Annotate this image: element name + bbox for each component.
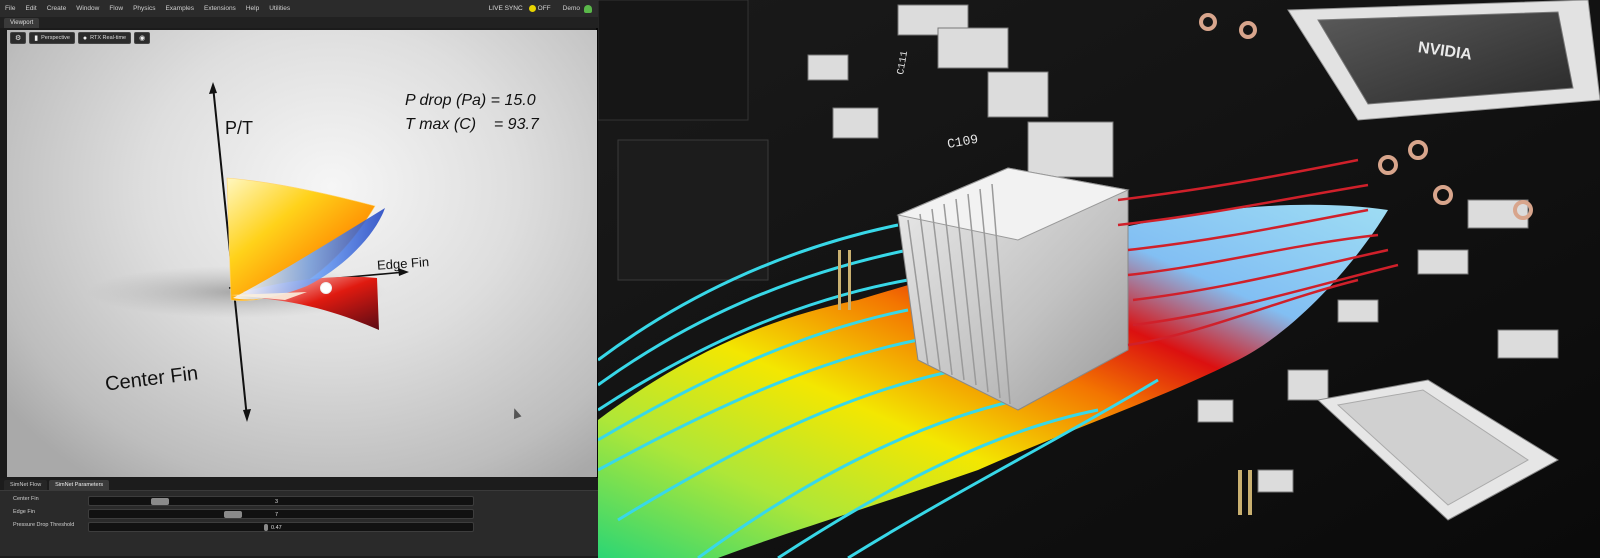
smd-component [1257,469,1294,493]
param-label: Pressure Drop Threshold [13,522,75,528]
smd-component [1027,121,1114,178]
panel-tabs: SimNet Flow SimNet Parameters [4,480,110,490]
menu-extensions[interactable]: Extensions [199,5,241,12]
menu-flow[interactable]: Flow [104,5,128,12]
live-sync-label: LIVE SYNC [488,5,523,12]
camera-label: Perspective [41,35,70,41]
cfd-render: NVIDIA C109 C111 [598,0,1600,558]
tab-simnet-flow[interactable]: SimNet Flow [4,480,48,490]
user-icon[interactable] [584,4,592,13]
param-row-edge-fin: Edge Fin 7 [0,508,598,520]
sync-state-label: OFF [537,5,551,12]
param-value: 7 [275,512,279,518]
param-value: 0.47 [271,525,282,531]
tab-simnet-parameters[interactable]: SimNet Parameters [49,480,110,490]
menu-create[interactable]: Create [42,5,72,12]
menu-bar: File Edit Create Window Flow Physics Exa… [0,0,598,17]
menu-physics[interactable]: Physics [128,5,160,12]
smd-component [1417,249,1469,275]
smd-component [1497,329,1559,359]
pin [848,250,851,310]
application-window: File Edit Create Window Flow Physics Exa… [0,0,598,558]
pressure-drop-readout: P drop (Pa) = 15.0 [405,92,536,109]
param-row-pressure-drop-threshold: Pressure Drop Threshold 0.47 [0,521,598,533]
settings-button[interactable]: ⚙ [10,32,27,44]
max-temperature-readout: T max (C) = 93.7 [405,116,539,133]
bulb-icon: ● [82,34,88,42]
parameters-panel: SimNet Flow SimNet Parameters Center Fin… [0,478,598,558]
smd-component [937,27,1009,69]
camera-icon: ▮ [34,35,39,42]
renderer-label: RTX Real-time [90,35,127,41]
slider-handle[interactable] [264,524,268,531]
param-label: Center Fin [13,496,39,502]
menu-file[interactable]: File [0,5,20,12]
param-value: 3 [275,499,279,505]
vertical-axis-arrow [209,82,217,94]
smd-component [1287,369,1329,401]
param-label: Edge Fin [13,509,36,515]
current-design-point [320,282,332,294]
user-name[interactable]: Demo [563,5,584,12]
menu-help[interactable]: Help [241,5,264,12]
menu-utilities[interactable]: Utilities [264,5,295,12]
pin [838,250,841,310]
pt-axis-label: P/T [225,118,254,138]
viewport-toolbar: ⚙ ▮ Perspective ● RTX Real-time ◉ [10,32,151,44]
parameters-list: Center Fin 3 Edge Fin 7 Pressure Drop Th… [0,490,598,556]
smd-component [987,71,1049,118]
pin [1248,470,1252,515]
slider-handle[interactable] [151,498,169,505]
slider-handle[interactable] [224,511,242,518]
gear-icon: ⚙ [15,35,22,42]
center-fin-slider[interactable]: 3 [88,496,474,506]
smd-component [807,54,849,81]
live-sync-toggle[interactable]: OFF [528,5,563,12]
smd-component [1197,399,1234,423]
black-component [598,0,749,121]
viewport-tab-bar: Viewport [0,17,598,28]
viewport[interactable]: ⚙ ▮ Perspective ● RTX Real-time ◉ P drop… [7,30,597,477]
pin [1238,470,1242,515]
menu-edit[interactable]: Edit [20,5,41,12]
vertical-axis-arrow-down [243,409,251,422]
black-component [617,139,769,281]
smd-component [1337,299,1379,323]
edge-fin-slider[interactable]: 7 [88,509,474,519]
tab-viewport[interactable]: Viewport [4,18,40,28]
menu-window[interactable]: Window [71,5,104,12]
smd-component [832,107,879,139]
eye-icon: ◉ [139,35,146,42]
param-row-center-fin: Center Fin 3 [0,495,598,507]
visibility-button[interactable]: ◉ [134,32,151,44]
camera-button[interactable]: ▮ Perspective [29,32,75,44]
pressure-drop-threshold-slider[interactable]: 0.47 [88,522,474,532]
renderer-button[interactable]: ● RTX Real-time [77,32,132,44]
circuit-board-render: NVIDIA C109 C111 [598,0,1600,558]
sync-status-icon [528,5,536,12]
menu-examples[interactable]: Examples [160,5,199,12]
